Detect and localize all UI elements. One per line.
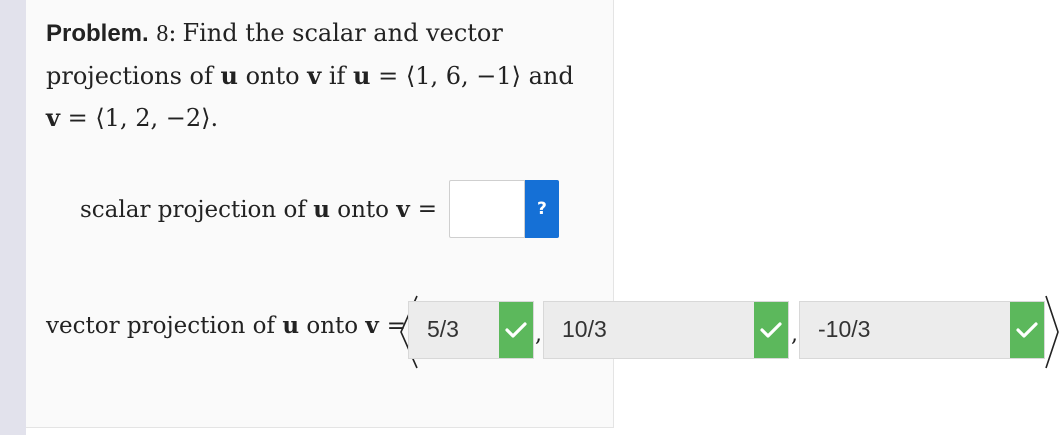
checkmark-icon [499, 302, 533, 358]
problem-text: projections of [46, 62, 221, 90]
checkmark-icon [754, 302, 788, 358]
problem-line-3: v = ⟨1, 2, −2⟩. [46, 97, 586, 139]
vector-u-symbol: u [313, 195, 330, 223]
vector-component-2[interactable]: 10/3 [543, 301, 789, 359]
scalar-projection-row: scalar projection of u onto v = ? [80, 180, 559, 238]
vector-u-symbol: u [353, 61, 371, 90]
v-definition: = ⟨1, 2, −2⟩. [59, 104, 219, 132]
vector-v-symbol: v [307, 61, 322, 90]
component-value: -10/3 [818, 316, 871, 342]
vector-u-symbol: u [220, 61, 238, 90]
problem-label: Problem. [46, 20, 149, 47]
vector-projection-label: vector projection of u onto v = [46, 312, 406, 339]
left-margin-strip [0, 0, 26, 435]
label-text: vector projection of [46, 313, 283, 339]
problem-statement: Problem. 8: Find the scalar and vector pr… [46, 12, 586, 139]
right-angle-bracket-icon [1045, 295, 1059, 369]
component-value: 10/3 [562, 316, 607, 342]
checkmark-icon [1010, 302, 1044, 358]
help-button[interactable]: ? [524, 180, 559, 238]
vector-v-symbol: v [46, 103, 60, 132]
problem-number: 8 [156, 21, 169, 47]
equals-sign: = [417, 196, 437, 222]
component-value: 5/3 [427, 316, 459, 342]
vector-component-3[interactable]: -10/3 [799, 301, 1045, 359]
problem-line-1: Problem. 8: Find the scalar and vector [46, 12, 586, 55]
problem-colon: : [168, 19, 177, 47]
label-text: onto [329, 196, 397, 223]
vector-projection-row: vector projection of u onto v = 5/3 , 10/… [46, 294, 1060, 370]
component-separator: , [535, 322, 542, 347]
problem-text-line-1: Find the scalar and vector [182, 19, 503, 47]
label-text: scalar projection of [80, 196, 314, 223]
vector-v-symbol: v [396, 195, 410, 223]
label-text: onto [299, 313, 366, 339]
problem-text: onto [237, 62, 308, 90]
u-definition: = ⟨1, 6, −1⟩ and [370, 62, 574, 90]
vector-component-1[interactable]: 5/3 [408, 301, 534, 359]
question-mark-icon: ? [537, 199, 547, 219]
scalar-answer-input[interactable] [448, 180, 525, 238]
vector-v-symbol: v [365, 312, 379, 339]
vector-u-symbol: u [282, 312, 300, 339]
problem-text: if [321, 62, 354, 90]
scalar-projection-label: scalar projection of u onto v [80, 196, 410, 223]
component-separator: , [791, 322, 798, 347]
problem-line-2: projections of u onto v if u = ⟨1, 6, −1… [46, 55, 586, 97]
